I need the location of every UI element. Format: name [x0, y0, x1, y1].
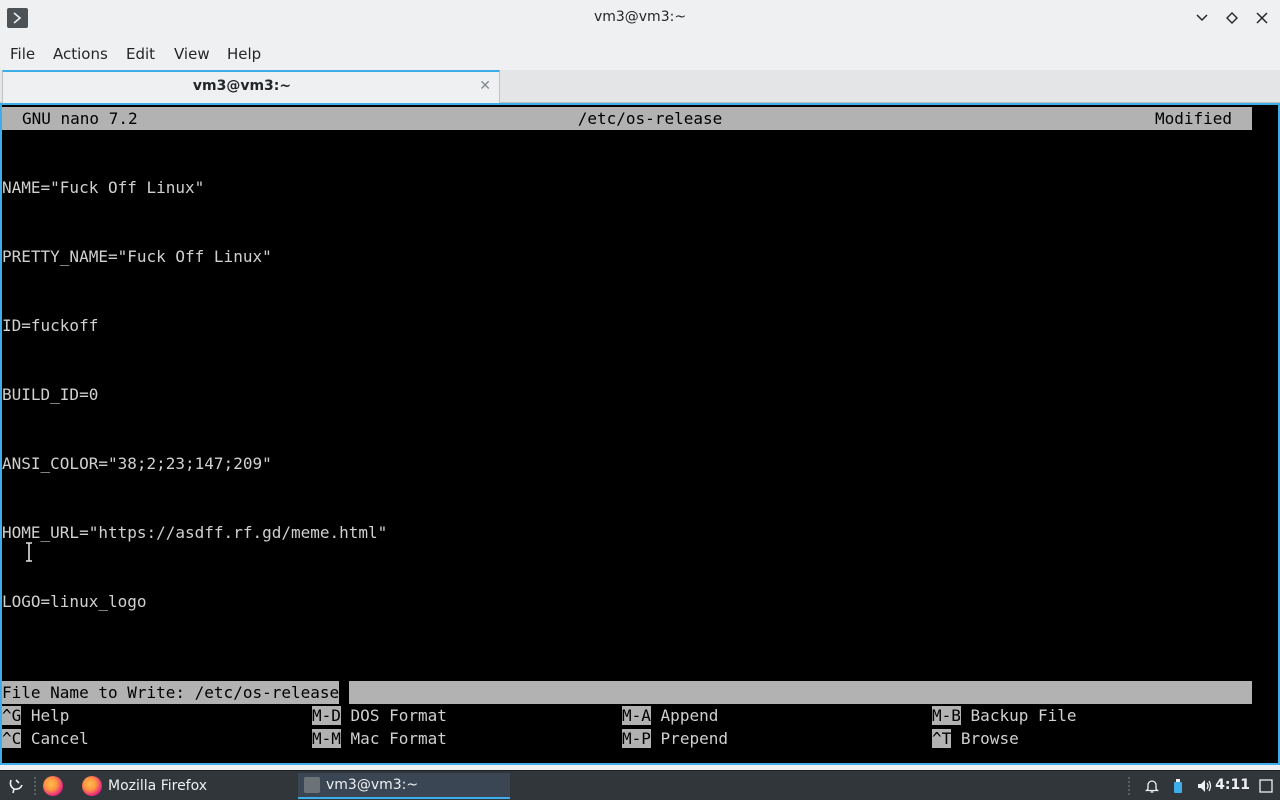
shortcut-dos-format: M-D DOS Format [312, 706, 447, 725]
text-cursor-icon [26, 542, 32, 562]
close-icon [1256, 12, 1268, 24]
shortcut-prepend: M-P Prepend [622, 729, 728, 748]
menu-file[interactable]: File [10, 45, 35, 63]
tab-label: vm3@vm3:~ [192, 78, 292, 94]
nano-status: Modified [1154, 109, 1232, 128]
nano-filename: /etc/os-release [577, 109, 723, 128]
shortcut-append: M-A Append [622, 706, 719, 725]
task-terminal[interactable]: vm3@vm3:~ [298, 773, 510, 799]
firefox-icon [43, 776, 63, 796]
close-button[interactable] [1252, 8, 1272, 28]
file-line: PRETTY_NAME="Fuck Off Linux" [2, 247, 272, 266]
taskbar: Mozilla Firefox vm3@vm3:~ 4:11 [0, 770, 1280, 800]
save-prompt-text: File Name to Write: /etc/os-release [2, 683, 340, 702]
clock[interactable]: 4:11 [1215, 777, 1250, 793]
window-title: vm3@vm3:~ [593, 9, 687, 25]
lxqt-menu-icon [9, 779, 23, 794]
save-prompt[interactable]: File Name to Write: /etc/os-release [2, 681, 1252, 704]
quicklaunch-firefox[interactable] [40, 773, 66, 799]
minimize-button[interactable] [1192, 8, 1212, 28]
terminal-tab[interactable]: vm3@vm3:~ ✕ [2, 70, 500, 103]
notification-bell-icon[interactable] [1142, 773, 1162, 799]
diamond-icon [1226, 12, 1238, 24]
nano-header: GNU nano 7.2 /etc/os-release Modified [2, 107, 1252, 130]
show-desktop-button[interactable] [1256, 773, 1276, 799]
file-line: NAME="Fuck Off Linux" [2, 178, 205, 197]
shortcut-help: ^G Help [2, 706, 70, 725]
taskbar-separator [34, 773, 36, 799]
shortcut-browse: ^T Browse [932, 729, 1019, 748]
file-line: BUILD_ID=0 [2, 385, 99, 404]
app-menu-button[interactable] [4, 773, 28, 799]
chevron-down-icon [1196, 14, 1208, 22]
window-titlebar: vm3@vm3:~ [0, 0, 1280, 36]
menu-bar: File Actions Edit View Help [0, 40, 1280, 68]
task-firefox-label: Mozilla Firefox [108, 778, 208, 794]
file-line: ID=fuckoff [2, 316, 99, 335]
task-firefox[interactable]: Mozilla Firefox [76, 773, 296, 799]
menu-edit[interactable]: Edit [126, 45, 155, 63]
menu-actions[interactable]: Actions [53, 45, 108, 63]
file-content[interactable]: NAME="Fuck Off Linux" PRETTY_NAME="Fuck … [2, 130, 387, 659]
shortcut-backup-file: M-B Backup File [932, 706, 1077, 725]
volume-icon[interactable] [1194, 773, 1216, 799]
tab-bar: vm3@vm3:~ ✕ [0, 70, 1280, 103]
terminal-icon [304, 777, 320, 793]
tab-close-icon[interactable]: ✕ [479, 78, 491, 94]
show-desktop-icon [1259, 779, 1273, 793]
file-line: LOGO=linux_logo [2, 592, 147, 611]
prompt-cursor [339, 681, 350, 704]
tray-separator [1128, 773, 1132, 799]
firefox-icon [82, 776, 102, 796]
maximize-button[interactable] [1222, 8, 1242, 28]
menu-view[interactable]: View [174, 45, 210, 63]
menu-help[interactable]: Help [227, 45, 261, 63]
task-terminal-label: vm3@vm3:~ [326, 777, 419, 793]
terminal-view[interactable]: GNU nano 7.2 /etc/os-release Modified NA… [0, 103, 1280, 765]
shortcut-cancel: ^C Cancel [2, 729, 89, 748]
usb-device-icon[interactable] [1168, 773, 1188, 799]
file-line: ANSI_COLOR="38;2;23;147;209" [2, 454, 272, 473]
file-line: HOME_URL="https://asdff.rf.gd/meme.html" [2, 523, 388, 542]
shortcut-mac-format: M-M Mac Format [312, 729, 447, 748]
